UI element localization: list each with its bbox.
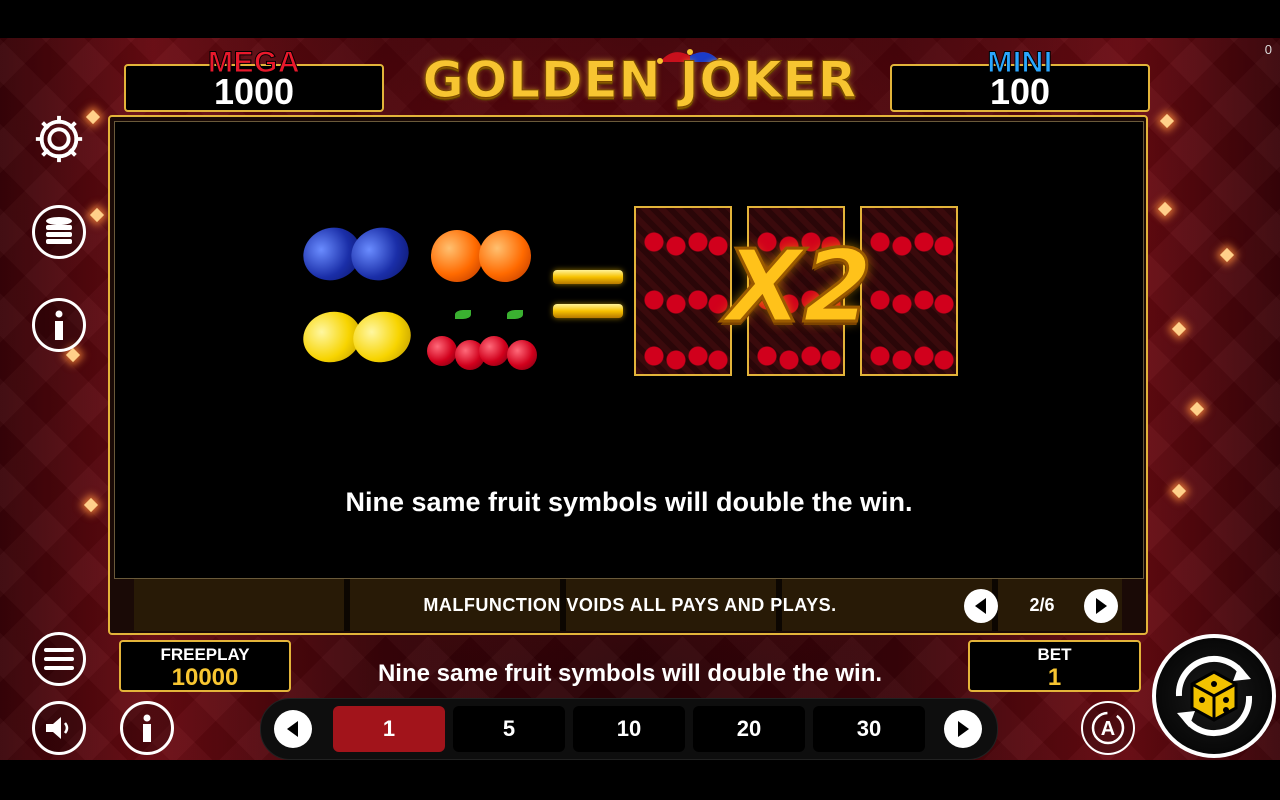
- sparkle-diamond: [1171, 483, 1187, 499]
- mega-jackpot-value: 1000: [213, 71, 295, 112]
- freeplay-label: FREEPLAY: [160, 645, 250, 664]
- autoplay-icon: A: [1091, 711, 1125, 745]
- help-button[interactable]: [120, 701, 174, 755]
- freeplay-box: FREEPLAY 10000: [119, 640, 291, 692]
- equals-sign-bottom: [553, 304, 623, 318]
- coins-stack-icon: [46, 217, 72, 244]
- info-icon: [143, 714, 151, 742]
- status-message: Nine same fruit symbols will double the …: [377, 660, 883, 687]
- coins-button[interactable]: [32, 205, 86, 259]
- info-icon: [55, 310, 63, 340]
- plum-symbol: [343, 219, 417, 289]
- bet-decrease-button[interactable]: [274, 710, 312, 748]
- lemon-symbol: [347, 305, 417, 369]
- gear-icon: [35, 115, 83, 163]
- paytable-description: Nine same fruit symbols will double the …: [345, 487, 913, 517]
- sparkle-diamond: [85, 109, 101, 125]
- sparkle-diamond: [1219, 247, 1235, 263]
- paytable-prev-button[interactable]: [964, 589, 998, 623]
- game-logo: GOLDEN JOKER 27: [410, 48, 870, 174]
- bet-option-1[interactable]: 1: [333, 706, 445, 752]
- menu-button[interactable]: [32, 632, 86, 686]
- bet-option-30[interactable]: 30: [813, 706, 925, 752]
- settings-button[interactable]: [32, 112, 86, 166]
- paytable-content: Nine same fruit symbols will double the …: [114, 121, 1144, 579]
- orange-symbol: [479, 230, 531, 282]
- sparkle-diamond: [1159, 113, 1175, 129]
- mini-jackpot-box: MINI 100: [890, 46, 1150, 112]
- equals-sign-top: [553, 270, 623, 284]
- malfunction-disclaimer: MALFUNCTION VOIDS ALL PAYS AND PLAYS.: [423, 595, 837, 615]
- cherry-symbol: [507, 340, 537, 370]
- corner-counter: 0: [1264, 42, 1272, 57]
- cherry-leaf: [507, 310, 523, 319]
- cherry-symbol: [479, 336, 509, 366]
- speaker-icon: [46, 717, 69, 739]
- sparkle-diamond: [1157, 201, 1173, 217]
- sparkle-diamond: [1171, 321, 1187, 337]
- bet-value: 1: [1047, 664, 1062, 691]
- mini-jackpot-value: 100: [989, 71, 1051, 112]
- info-button[interactable]: [32, 298, 86, 352]
- bet-option-10[interactable]: 10: [573, 706, 685, 752]
- autoplay-label: A: [1101, 718, 1115, 740]
- paytable-page-indicator: 2/6: [1029, 595, 1055, 615]
- orange-symbol: [431, 230, 483, 282]
- chevron-left-icon: [287, 721, 298, 737]
- sparkle-diamond: [1189, 401, 1205, 417]
- bottom-black-bar: [0, 760, 1280, 800]
- bet-option-20[interactable]: 20: [693, 706, 805, 752]
- sound-button[interactable]: [32, 701, 86, 755]
- paytable-next-button[interactable]: [1084, 589, 1118, 623]
- top-black-bar: [0, 0, 1280, 38]
- autoplay-button[interactable]: A: [1081, 701, 1135, 755]
- multiplier-badge: X2: [724, 227, 874, 347]
- mega-jackpot-box: MEGA 1000: [124, 46, 384, 112]
- sparkle-diamond: [83, 497, 99, 513]
- hamburger-menu-icon: [44, 648, 74, 670]
- freeplay-value: 10000: [171, 664, 239, 691]
- bet-increase-button[interactable]: [944, 710, 982, 748]
- spin-arrows-icon: [1175, 655, 1253, 737]
- sparkle-diamond: [89, 207, 105, 223]
- cherry-leaf: [455, 310, 471, 319]
- bet-box: BET 1: [968, 640, 1141, 692]
- paytable-panel: Nine same fruit symbols will double the …: [108, 115, 1148, 635]
- chevron-right-icon: [958, 721, 969, 737]
- bet-label: BET: [1037, 645, 1072, 664]
- bet-option-5[interactable]: 5: [453, 706, 565, 752]
- chevron-right-icon: [1096, 598, 1107, 614]
- chevron-left-icon: [975, 598, 986, 614]
- spin-button[interactable]: [1152, 634, 1276, 758]
- cherry-symbol: [427, 336, 457, 366]
